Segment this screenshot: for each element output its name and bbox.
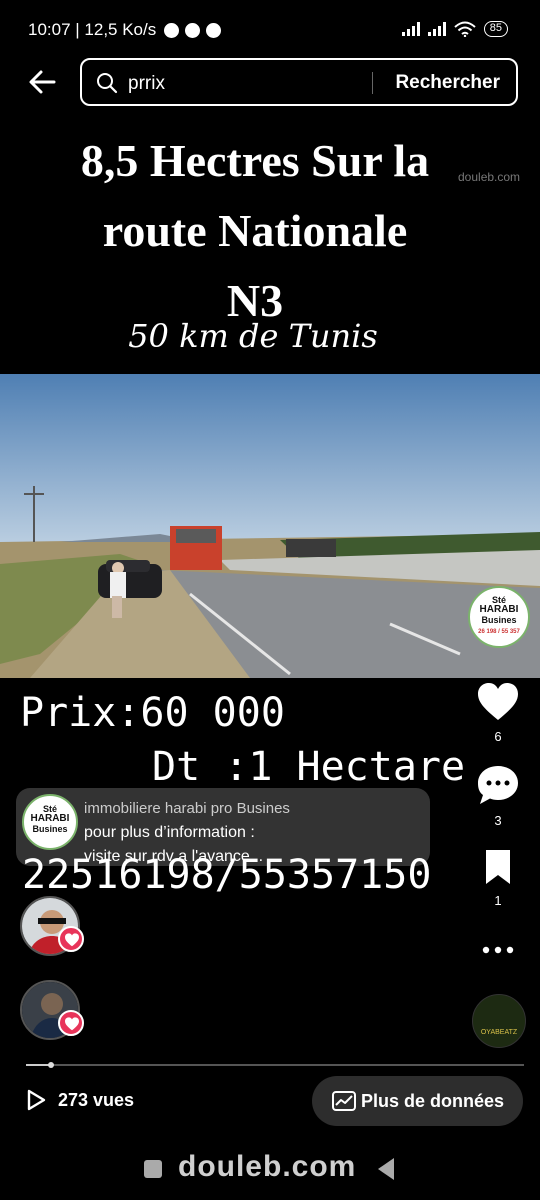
comment-button[interactable]: 3 bbox=[476, 764, 520, 828]
back-arrow-icon[interactable] bbox=[24, 64, 60, 100]
nav-watermark: douleb.com bbox=[178, 1150, 357, 1183]
insights-chart-icon bbox=[331, 1091, 356, 1111]
search-submit-button[interactable]: Rechercher bbox=[395, 72, 500, 94]
bookmark-icon bbox=[486, 850, 510, 884]
status-time: 10:07 | 12,5 Ko/s bbox=[28, 20, 157, 39]
system-nav-bar: douleb.com bbox=[0, 1140, 540, 1200]
reactor-like-badge bbox=[58, 926, 84, 952]
company-logo: Sté HARABI Busines 26 198 / 55 357 bbox=[468, 586, 530, 648]
facebook-icon bbox=[206, 22, 222, 38]
headline-line-1: 8,5 Hectres Sur la bbox=[80, 135, 430, 186]
more-data-label: Plus de données bbox=[360, 1090, 505, 1111]
video-progress-bar[interactable] bbox=[26, 1062, 524, 1068]
audio-track-name: OYABEATZ bbox=[480, 1029, 518, 1036]
comment-icon bbox=[478, 766, 518, 804]
post-photo[interactable] bbox=[0, 374, 540, 678]
search-input[interactable]: prrix bbox=[128, 73, 165, 95]
play-icon bbox=[27, 1089, 46, 1111]
avatar-logo-line-3: Busines bbox=[32, 824, 68, 834]
headline-line-2: route Nationale bbox=[102, 205, 408, 256]
search-divider bbox=[372, 72, 373, 94]
phone-number: 22516198/55357150 bbox=[22, 852, 432, 898]
audio-track-badge[interactable]: OYABEATZ bbox=[472, 994, 526, 1048]
watermark: douleb.com bbox=[458, 170, 521, 184]
like-count: 6 bbox=[494, 729, 502, 744]
heart-icon bbox=[65, 933, 79, 947]
recents-icon[interactable] bbox=[144, 1160, 162, 1178]
reactor-like-badge bbox=[58, 1010, 84, 1036]
like-button[interactable]: 6 bbox=[476, 682, 520, 744]
more-options-button[interactable] bbox=[476, 940, 520, 965]
price-line-2: Dt :1 Hectare bbox=[152, 744, 466, 790]
comment-avatar[interactable]: Sté HARABI Busines bbox=[22, 794, 78, 850]
avatar-logo-line-2: HARABI bbox=[30, 813, 70, 824]
status-bar: 10:07 | 12,5 Ko/s 85 bbox=[0, 0, 540, 60]
save-button[interactable]: 1 bbox=[476, 848, 520, 908]
views-counter: 273 vues bbox=[24, 1088, 134, 1112]
nav-back-icon[interactable] bbox=[378, 1158, 394, 1180]
post-subline: 50 km de Tunis bbox=[128, 317, 378, 355]
comment-count: 3 bbox=[494, 813, 502, 828]
heart-icon bbox=[478, 683, 518, 720]
logo-line-4: 26 198 / 55 357 bbox=[478, 629, 520, 635]
search-icon bbox=[97, 73, 118, 94]
wifi-icon bbox=[454, 21, 476, 37]
signal-icon bbox=[401, 22, 420, 36]
messenger-icon bbox=[185, 22, 201, 38]
save-count: 1 bbox=[494, 893, 502, 908]
comment-author[interactable]: immobiliere harabi pro Busines bbox=[84, 800, 290, 817]
video-progress-knob[interactable] bbox=[47, 1062, 54, 1068]
logo-line-3: Busines bbox=[481, 615, 517, 625]
comment-text-line-1: pour plus d’information : bbox=[84, 824, 255, 841]
more-dots-icon bbox=[482, 946, 514, 954]
signal-icon bbox=[427, 22, 446, 36]
views-label: 273 vues bbox=[58, 1089, 135, 1110]
more-data-button[interactable]: Plus de données bbox=[312, 1076, 523, 1126]
battery-icon: 85 bbox=[483, 21, 508, 37]
search-bar[interactable]: prrix Rechercher bbox=[80, 58, 518, 106]
heart-icon bbox=[65, 1017, 79, 1031]
price-line-1: Prix:60 000 bbox=[20, 690, 285, 736]
logo-line-2: HARABI bbox=[479, 604, 519, 615]
alarm-icon bbox=[164, 22, 180, 38]
